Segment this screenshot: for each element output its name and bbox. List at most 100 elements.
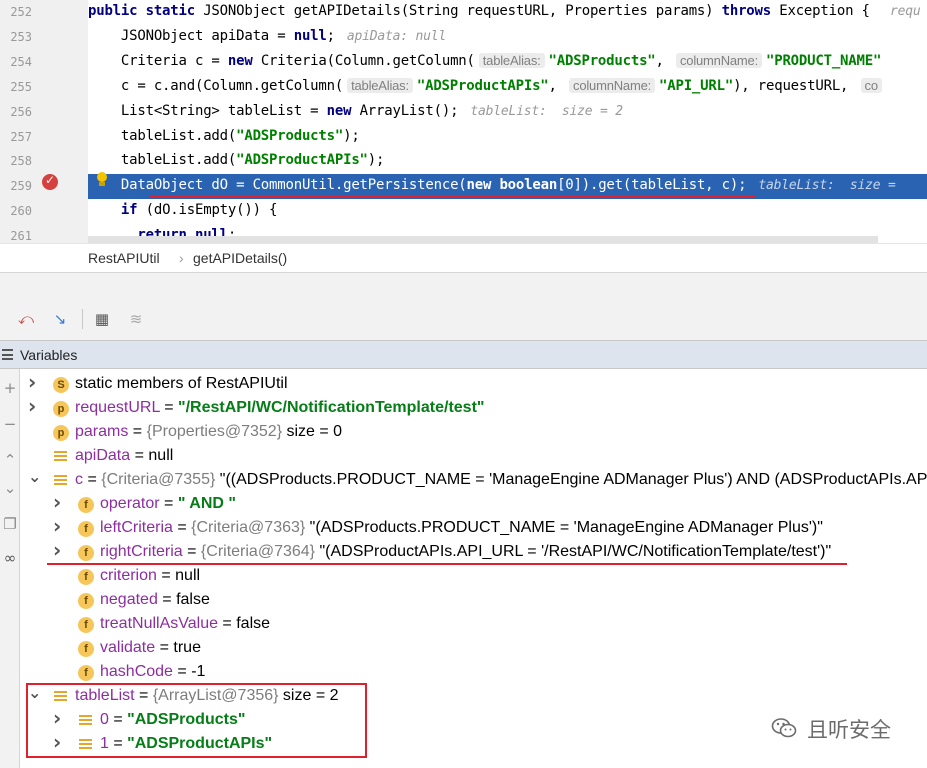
variable-row[interactable]: p requestURL = "/RestAPI/WC/NotificationT…: [20, 396, 927, 420]
run-to-cursor-icon[interactable]: ↘: [50, 309, 70, 329]
code-token: ,: [655, 52, 672, 69]
object-id: {Criteria@7355}: [101, 471, 216, 488]
equals-sign: =: [155, 639, 174, 656]
variable-icon: [53, 449, 69, 465]
code-line[interactable]: 252 public static JSONObject getAPIDetail…: [0, 0, 927, 25]
code-token: ), requestURL,: [733, 77, 857, 94]
parameter-hint: tableAlias:: [347, 77, 413, 93]
expand-arrow-icon[interactable]: [53, 495, 65, 512]
code-text: DataObject dO = CommonUtil.getPersistenc…: [88, 177, 903, 193]
code-token: Criteria c =: [88, 52, 228, 69]
breadcrumb: RestAPIUtil › getAPIDetails(): [0, 243, 927, 272]
code-text: c = c.and(Column.getColumn(tableAlias: "A…: [88, 77, 886, 94]
expand-arrow-icon[interactable]: [28, 399, 40, 416]
variable-row[interactable]: p params = {Properties@7352} size = 0: [20, 420, 927, 444]
variable-row[interactable]: c = {Criteria@7355} "((ADSProducts.PRODU…: [20, 468, 927, 492]
variable-name: params: [75, 423, 129, 440]
duplicate-watch-icon[interactable]: ❐: [1, 515, 19, 533]
field-icon: f: [78, 617, 94, 633]
line-number: 260: [10, 204, 32, 219]
code-token: );: [367, 152, 385, 169]
code-text: Criteria c = new Criteria(Column.getColu…: [88, 52, 881, 69]
equals-sign: =: [128, 423, 147, 440]
code-token: ArrayList();: [359, 102, 459, 119]
variable-text: apiData = null: [75, 447, 173, 465]
parameter-hint: columnName:: [676, 52, 762, 68]
collapse-arrow-icon[interactable]: [28, 471, 40, 485]
variable-text: static members of RestAPIUtil: [75, 375, 288, 393]
line-number: 256: [10, 104, 32, 119]
variable-row[interactable]: f negated = false: [20, 588, 927, 612]
lightbulb-icon[interactable]: [96, 172, 108, 188]
field-icon: f: [78, 641, 94, 657]
code-token: Criteria(Column.getColumn(: [260, 52, 475, 69]
add-watch-icon[interactable]: +: [1, 379, 19, 397]
variable-row[interactable]: apiData = null: [20, 444, 927, 468]
remove-watch-icon[interactable]: −: [1, 415, 19, 433]
expand-arrow-icon[interactable]: [28, 375, 40, 392]
code-token: );: [343, 127, 360, 144]
line-number: 253: [10, 29, 32, 44]
variable-text: operator = " AND ": [100, 495, 236, 513]
code-text: public static JSONObject getAPIDetails(S…: [88, 3, 921, 19]
variable-value: null: [175, 567, 201, 584]
variable-text: validate = true: [100, 639, 201, 657]
line-number: 261: [10, 229, 32, 243]
code-token: new boolean: [466, 177, 558, 194]
variable-text: requestURL = "/RestAPI/WC/NotificationTe…: [75, 399, 484, 417]
object-id: {Properties@7352}: [146, 423, 283, 440]
variable-name: criterion: [100, 567, 157, 584]
equals-sign: =: [182, 543, 201, 560]
code-line[interactable]: 258 tableList.add("ADSProductAPIs");: [0, 149, 927, 174]
watermark-text: 且听安全: [807, 718, 891, 742]
code-line[interactable]: 253 JSONObject apiData = null; apiData: n…: [0, 25, 927, 50]
code-text: tableList.add("ADSProducts");: [88, 128, 360, 144]
variable-row[interactable]: Sstatic members of RestAPIUtil: [20, 372, 927, 396]
breadcrumb-method[interactable]: getAPIDetails(): [193, 250, 287, 266]
show-watches-icon[interactable]: ∞: [1, 549, 19, 567]
variable-row[interactable]: f treatNullAsValue = false: [20, 612, 927, 636]
drop-frame-icon[interactable]: ⤺: [16, 309, 36, 329]
variable-value: "(ADSProductAPIs.API_URL = '/RestAPI/WC/…: [315, 543, 832, 560]
move-down-icon[interactable]: ⌄: [1, 479, 19, 497]
equals-sign: =: [172, 663, 192, 680]
variable-row[interactable]: f validate = true: [20, 636, 927, 660]
variable-row[interactable]: f leftCriteria = {Criteria@7363} "(ADSPro…: [20, 516, 927, 540]
code-line[interactable]: 260 if (dO.isEmpty()) {: [0, 199, 927, 224]
evaluate-expression-icon[interactable]: ▦: [92, 309, 112, 329]
code-token: List<String> tableList =: [88, 102, 327, 119]
breadcrumb-class[interactable]: RestAPIUtil: [88, 250, 160, 266]
code-token: c = c.and(Column.getColumn(: [88, 77, 344, 94]
code-text: if (dO.isEmpty()) {: [88, 202, 278, 218]
equals-sign: =: [159, 495, 178, 512]
parameter-hint: columnName:: [569, 77, 656, 93]
expand-arrow-icon[interactable]: [53, 543, 65, 560]
code-line[interactable]: 254 Criteria c = new Criteria(Column.get…: [0, 50, 927, 75]
code-token: "API_URL": [659, 77, 734, 94]
move-up-icon[interactable]: ⌃: [1, 451, 19, 469]
editor-horizontal-scrollbar[interactable]: [88, 236, 878, 243]
inline-debug-value: requ: [889, 4, 921, 19]
variable-value: false: [236, 615, 271, 632]
code-token: tableList.add(: [88, 127, 237, 144]
code-line[interactable]: 257 tableList.add("ADSProducts");: [0, 125, 927, 150]
code-token: "ADSProducts": [548, 52, 656, 69]
variable-text: rightCriteria = {Criteria@7364} "(ADSPro…: [100, 543, 831, 561]
variable-row[interactable]: f operator = " AND ": [20, 492, 927, 516]
code-editor[interactable]: 252 public static JSONObject getAPIDetail…: [0, 0, 927, 243]
breakpoint-icon[interactable]: [42, 173, 58, 190]
variable-value: size = 0: [282, 423, 343, 440]
object-id: {Criteria@7363}: [191, 519, 306, 536]
code-token: JSONObject apiData =: [88, 27, 294, 44]
wechat-icon: [771, 718, 797, 738]
trace-current-stream-icon[interactable]: ≋: [126, 309, 146, 329]
code-line[interactable]: 256 List<String> tableList = new ArrayLi…: [0, 100, 927, 125]
variable-row[interactable]: f rightCriteria = {Criteria@7364} "(ADSPr…: [20, 540, 927, 564]
code-line[interactable]: 255 c = c.and(Column.getColumn(tableAlia…: [0, 75, 927, 100]
variable-row[interactable]: f hashCode = -1: [20, 660, 927, 684]
variable-name: operator: [100, 495, 160, 512]
expand-arrow-icon[interactable]: [53, 519, 65, 536]
variable-row[interactable]: f criterion = null: [20, 564, 927, 588]
variable-name: leftCriteria: [100, 519, 173, 536]
